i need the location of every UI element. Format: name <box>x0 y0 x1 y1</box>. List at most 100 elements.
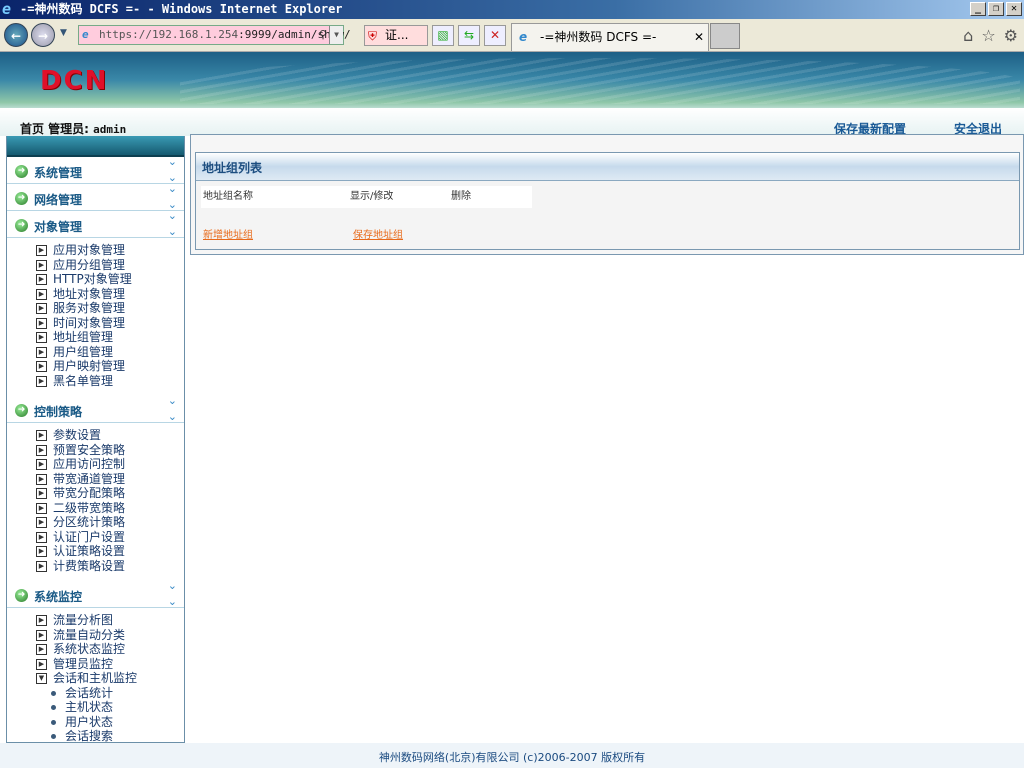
address-dropdown-icon[interactable]: ▼ <box>329 26 343 44</box>
favorites-star-icon[interactable]: ☆ <box>981 26 995 45</box>
sidebar-item[interactable]: ▶ 系统状态监控 <box>36 642 184 657</box>
home-icon[interactable]: ⌂ <box>963 26 973 45</box>
sidebar-section-header[interactable]: ➜ 系统监控 ⌄ ⌄ <box>7 578 184 610</box>
section-label: 系统监控 <box>34 590 83 604</box>
sidebar-item[interactable]: ▶ 二级带宽策略 <box>36 501 184 516</box>
collapsed-triangle-icon: ▶ <box>36 658 47 670</box>
sidebar-item-label: 参数设置 <box>53 428 102 442</box>
sidebar-item[interactable]: ▶ 地址组管理 <box>36 330 184 345</box>
close-window-button[interactable]: ✕ <box>1006 2 1022 16</box>
sidebar-section-header[interactable]: ➜ 网络管理 ⌄ ⌄ <box>7 182 184 211</box>
sidebar-section-header[interactable]: ➜ 对象管理 ⌄ ⌄ <box>7 208 184 240</box>
gear-icon[interactable]: ⚙ <box>1004 26 1018 45</box>
breadcrumb-label: 首页 管理员: <box>20 122 89 136</box>
bullet-icon <box>51 690 56 696</box>
sidebar-item[interactable]: ▶ 应用访问控制 <box>36 457 184 472</box>
collapsed-triangle-icon: ▶ <box>36 517 47 528</box>
browser-tab[interactable]: e -=神州数码 DCFS =- ✕ <box>511 23 709 51</box>
sidebar-item[interactable]: ▶ 计费策略设置 <box>36 559 184 574</box>
sidebar-item-label: 地址组管理 <box>53 330 114 344</box>
sidebar-item[interactable]: ▶ 地址对象管理 <box>36 287 184 302</box>
add-address-group-link[interactable]: 新增地址组 <box>203 226 253 241</box>
collapsed-triangle-icon: ▶ <box>36 459 47 470</box>
collapsed-triangle-icon: ▶ <box>36 430 47 441</box>
sidebar-item-label: 流量分析图 <box>53 613 114 627</box>
collapsed-triangle-icon: ▶ <box>36 245 47 256</box>
sidebar-header <box>7 136 184 157</box>
window-title-bar: e -=神州数码 DCFS =- - Windows Internet Expl… <box>0 0 1024 19</box>
restore-button[interactable]: ❐ <box>988 2 1004 16</box>
ie-tab-icon: e <box>519 30 528 44</box>
history-dropdown-icon[interactable]: ▼ <box>60 28 67 38</box>
new-tab-button[interactable] <box>710 23 740 49</box>
stop-button[interactable]: ✕ <box>484 25 506 46</box>
dcn-banner: DCN <box>0 52 1024 108</box>
minimize-button[interactable]: _ <box>970 2 986 16</box>
sidebar-item[interactable]: ▶ 用户组管理 <box>36 345 184 360</box>
arrow-circle-icon: ➜ <box>15 404 28 417</box>
compatibility-view-button[interactable]: ▧ <box>432 25 454 46</box>
url-host: https://192.168.1.254 <box>99 28 239 41</box>
section-label: 对象管理 <box>34 220 83 234</box>
bullet-icon <box>51 734 56 739</box>
sidebar-subitem[interactable]: 会话统计 <box>36 686 184 701</box>
sidebar-section-header[interactable]: ➜ 控制策略 ⌄ ⌄ <box>7 393 184 425</box>
table-header: 地址组名称 显示/修改 删除 <box>201 186 532 208</box>
sidebar-item-label: 会话和主机监控 <box>53 671 138 685</box>
sidebar-item[interactable]: ▼ 会话和主机监控 <box>36 671 184 686</box>
sidebar-item[interactable]: ▶ HTTP对象管理 <box>36 272 184 287</box>
sidebar-item[interactable]: ▶ 流量分析图 <box>36 613 184 628</box>
sidebar-item-label: HTTP对象管理 <box>53 272 132 286</box>
sidebar-section-header[interactable]: ➜ 系统管理 ⌄ ⌄ <box>7 155 184 184</box>
collapsed-triangle-icon: ▶ <box>36 361 47 372</box>
close-tab-icon[interactable]: ✕ <box>694 24 704 50</box>
column-name: 地址组名称 <box>203 191 253 202</box>
collapsed-triangle-icon: ▶ <box>36 629 47 641</box>
sidebar-item[interactable]: ▶ 带宽通道管理 <box>36 472 184 487</box>
sidebar-item-label: 黑名单管理 <box>53 373 114 388</box>
double-chevron-down-icon[interactable]: ⌄ ⌄ <box>168 208 177 240</box>
forward-button[interactable]: → <box>31 23 55 47</box>
double-chevron-down-icon[interactable]: ⌄ ⌄ <box>168 393 177 425</box>
sidebar-item[interactable]: ▶ 黑名单管理 <box>36 374 184 389</box>
sidebar-item[interactable]: ▶ 时间对象管理 <box>36 316 184 331</box>
refresh-button[interactable]: ⇆ <box>458 25 480 46</box>
bullet-icon <box>51 719 56 725</box>
sidebar-item-label: 流量自动分类 <box>53 627 126 642</box>
sidebar-subitem[interactable]: 用户状态 <box>36 715 184 730</box>
sidebar-subitem[interactable]: 主机状态 <box>36 700 184 715</box>
footer-copyright: 神州数码网络(北京)有限公司 (c)2006-2007 版权所有 <box>0 743 1024 768</box>
sub-header: 首页 管理员: admin 保存最新配置 安全退出 <box>0 108 1024 136</box>
sidebar-item-label: 用户组管理 <box>53 344 114 359</box>
sidebar-subitem-label: 主机状态 <box>65 700 114 714</box>
sidebar-item[interactable]: ▶ 认证策略设置 <box>36 544 184 559</box>
double-chevron-down-icon[interactable]: ⌄ ⌄ <box>168 578 177 610</box>
sidebar-item[interactable]: ▶ 分区统计策略 <box>36 515 184 530</box>
collapsed-triangle-icon: ▶ <box>36 346 47 358</box>
sidebar-item-label: 带宽分配策略 <box>53 486 126 500</box>
sidebar-item-label: 用户映射管理 <box>53 359 126 373</box>
sidebar-item[interactable]: ▶ 管理员监控 <box>36 657 184 672</box>
sidebar-item[interactable]: ▶ 参数设置 <box>36 428 184 443</box>
sidebar-item[interactable]: ▶ 应用对象管理 <box>36 243 184 258</box>
collapsed-triangle-icon: ▶ <box>36 502 47 514</box>
sidebar-item[interactable]: ▶ 应用分组管理 <box>36 258 184 273</box>
sidebar-item[interactable]: ▶ 预置安全策略 <box>36 443 184 458</box>
admin-username: admin <box>93 123 127 136</box>
search-icon[interactable]: ⚲ <box>319 26 327 44</box>
sidebar-item[interactable]: ▶ 服务对象管理 <box>36 301 184 316</box>
sidebar-item[interactable]: ▶ 用户映射管理 <box>36 359 184 374</box>
save-address-group-link[interactable]: 保存地址组 <box>353 226 403 241</box>
sidebar-item-label: 分区统计策略 <box>53 515 126 529</box>
address-bar[interactable]: e https://192.168.1.254:9999/admin/show/… <box>78 25 351 45</box>
sidebar-item-list: ▶ 参数设置 ▶ 预置安全策略 ▶ 应用访问控制 ▶ 带宽通道管理 ▶ 带宽分配策略 ▶ 二级带宽策略… <box>7 423 184 581</box>
sidebar-item[interactable]: ▶ 认证门户设置 <box>36 530 184 545</box>
sidebar-item[interactable]: ▶ 带宽分配策略 <box>36 486 184 501</box>
sidebar-item[interactable]: ▶ 流量自动分类 <box>36 628 184 643</box>
sidebar-subitem[interactable]: 会话搜索 <box>36 729 184 742</box>
certificate-error-button[interactable]: ⛨ 证... <box>364 25 428 46</box>
collapsed-triangle-icon: ▶ <box>36 274 47 285</box>
column-delete: 删除 <box>451 191 471 202</box>
back-button[interactable]: ← <box>4 23 28 47</box>
sidebar-item-label: 二级带宽策略 <box>53 500 126 515</box>
